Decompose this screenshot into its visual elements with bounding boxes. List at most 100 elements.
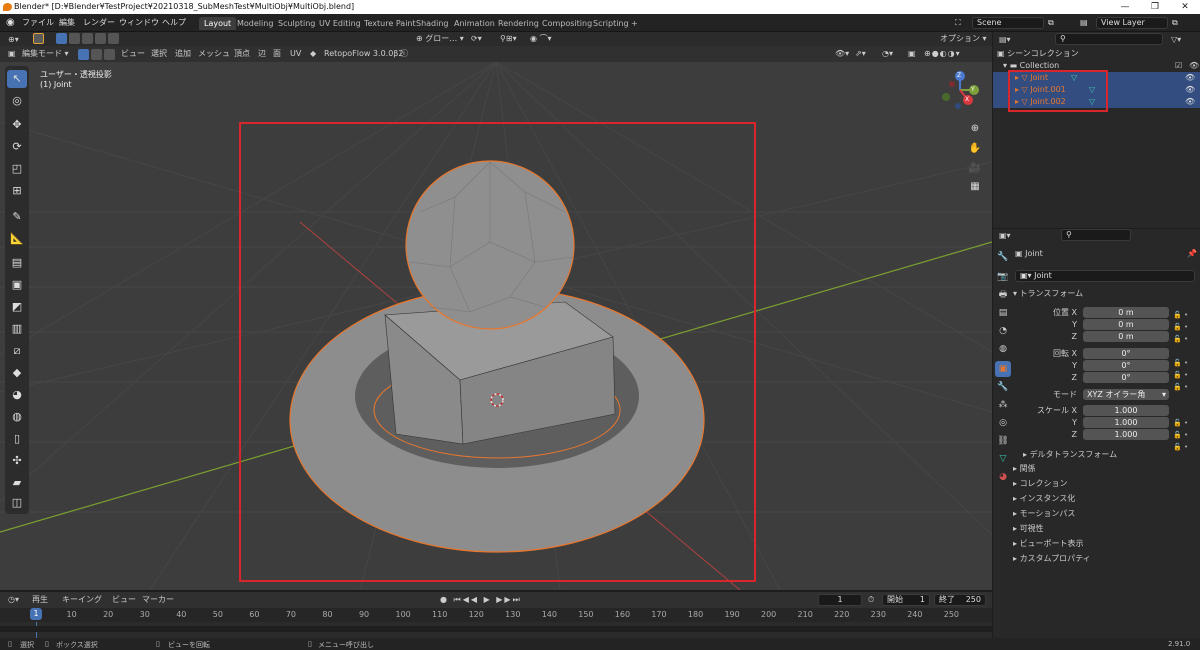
vertex-select-icon[interactable]	[78, 49, 89, 60]
rotation-z-field[interactable]: 0°	[1083, 372, 1169, 383]
new-view-layer-icon[interactable]: ⧉	[1172, 17, 1178, 29]
location-z-field[interactable]: 0 m	[1083, 331, 1169, 342]
minimize-icon[interactable]: —	[1110, 0, 1140, 14]
collection-visibility-icon[interactable]: 👁	[1189, 60, 1199, 72]
select-mode-subtract-icon[interactable]	[82, 33, 93, 44]
scale-x-field[interactable]: 1.000	[1083, 405, 1169, 416]
menu-timeline-view[interactable]: ビュー	[112, 594, 136, 606]
gizmo-toggle-icon[interactable]: ⇗▾	[855, 48, 866, 60]
shading-mode-icons[interactable]: ⊕●◐◑▾	[924, 48, 961, 60]
custom-properties-panel[interactable]: ▸ カスタムプロパティ	[1013, 552, 1195, 566]
extrude-tool-icon[interactable]: ▤	[7, 254, 27, 272]
visibility-icon[interactable]: 👁	[1185, 96, 1195, 108]
end-frame-field[interactable]: 終了 250	[934, 594, 986, 606]
shrink-fatten-tool-icon[interactable]: ✣	[7, 452, 27, 470]
measure-tool-icon[interactable]: 📐	[7, 230, 27, 248]
select-box-tool-icon[interactable]: ↖	[7, 70, 27, 88]
visibility-panel[interactable]: ▸ 可視性	[1013, 522, 1195, 536]
view-layer-field[interactable]: View Layer	[1096, 17, 1168, 29]
menu-marker[interactable]: マーカー	[142, 594, 174, 606]
data-tab-icon[interactable]: ▽	[995, 451, 1011, 467]
pin-icon[interactable]: 📌	[1187, 248, 1197, 260]
object-tab-icon[interactable]: ▣	[995, 361, 1011, 377]
retopoflow-menu[interactable]: RetopoFlow 3.0.0β2	[324, 48, 403, 60]
ortho-grid-icon[interactable]: ▦	[968, 180, 982, 194]
menu-edge[interactable]: 辺	[258, 48, 266, 60]
menu-select[interactable]: 選択	[151, 48, 167, 60]
proportional-editing-icon[interactable]: ◉ ⌒▾	[530, 33, 552, 45]
select-mode-new-icon[interactable]	[56, 33, 67, 44]
menu-render[interactable]: レンダー	[83, 17, 115, 29]
annotate-tool-icon[interactable]: ✎	[7, 208, 27, 226]
transform-panel-header[interactable]: ▾ トランスフォーム	[1013, 287, 1195, 301]
menu-view[interactable]: ビュー	[121, 48, 145, 60]
current-frame-field[interactable]: 1	[818, 594, 862, 606]
smooth-tool-icon[interactable]: ◍	[7, 408, 27, 426]
select-mode-extend-icon[interactable]	[69, 33, 80, 44]
menu-mesh[interactable]: メッシュ	[198, 48, 230, 60]
properties-search[interactable]: ⚲	[1061, 229, 1131, 241]
shear-tool-icon[interactable]: ▰	[7, 474, 27, 492]
scale-y-field[interactable]: 1.000	[1083, 417, 1169, 428]
relations-panel[interactable]: ▸ 関係	[1013, 462, 1195, 476]
outliner-search[interactable]: ⚲	[1055, 33, 1163, 45]
move-tool-icon[interactable]: ✥	[7, 116, 27, 134]
playhead[interactable]: 1	[30, 608, 42, 620]
properties-editor-icon[interactable]: ▣▾	[999, 230, 1011, 242]
scale-z-field[interactable]: 1.000	[1083, 429, 1169, 440]
playback-controls[interactable]: ● ⏮◀◀ ▶ ▶▶⏭	[440, 594, 522, 606]
modifier-tab-icon[interactable]: 🔧	[995, 379, 1011, 395]
poly-build-tool-icon[interactable]: ◆	[7, 364, 27, 382]
loop-cut-tool-icon[interactable]: ▥	[7, 320, 27, 338]
pan-hand-icon[interactable]: ✋	[968, 142, 982, 156]
help-icon[interactable]: ⓘ	[400, 48, 408, 60]
instancing-panel[interactable]: ▸ インスタンス化	[1013, 492, 1195, 506]
menu-file[interactable]: ファイル	[22, 17, 54, 29]
rotation-x-field[interactable]: 0°	[1083, 348, 1169, 359]
rotation-mode-dropdown[interactable]: XYZ オイラー角 ▾	[1083, 389, 1169, 400]
tab-layout[interactable]: Layout	[199, 17, 237, 30]
transform-tool-icon[interactable]: ⊞	[7, 182, 27, 200]
menu-add[interactable]: 追加	[175, 48, 191, 60]
blender-menu-icon[interactable]: ◉	[6, 17, 15, 29]
mode-dropdown[interactable]: 編集モード ▾	[22, 48, 69, 60]
zoom-icon[interactable]: ⊕	[968, 122, 982, 136]
menu-uv[interactable]: UV	[290, 48, 301, 60]
snap-icon[interactable]: ⚲⊞▾	[500, 33, 517, 45]
motion-paths-panel[interactable]: ▸ モーションパス	[1013, 507, 1195, 521]
lock-dot-icons[interactable]: 🔓 • 🔓 • 🔓 • 🔓 • 🔓 • 🔓 • 🔓 • 🔓 • 🔓 •	[1173, 309, 1188, 453]
material-tab-icon[interactable]: ◕	[995, 469, 1011, 485]
xray-toggle-icon[interactable]: ▣	[908, 48, 916, 60]
menu-window[interactable]: ウィンドウ	[119, 17, 159, 29]
object-name-field[interactable]: ▣▾ Joint	[1015, 270, 1195, 282]
select-tool-icon[interactable]	[33, 33, 44, 44]
timeline-scrollbar[interactable]	[0, 626, 992, 632]
menu-playback[interactable]: 再生	[32, 594, 48, 606]
menu-vertex[interactable]: 頂点	[234, 48, 250, 60]
tool-tab-icon[interactable]: 🔧	[995, 249, 1011, 265]
delta-transform-panel[interactable]: ▸ デルタトランスフォーム	[1023, 448, 1200, 462]
visibility-icon[interactable]: 👁	[1185, 72, 1195, 84]
timeline-ruler[interactable]: 1 10 20 30 40 50 60 70 80 90 100 110 120 130 140 150 16…	[0, 608, 992, 622]
new-scene-icon[interactable]: ⧉	[1048, 17, 1054, 29]
inset-tool-icon[interactable]: ▣	[7, 276, 27, 294]
select-mode-invert-icon[interactable]	[95, 33, 106, 44]
bevel-tool-icon[interactable]: ◩	[7, 298, 27, 316]
start-frame-field[interactable]: 開始 1	[882, 594, 930, 606]
collection-checkbox[interactable]: ☑	[1175, 60, 1182, 72]
filter-icon[interactable]: ▽▾	[1171, 34, 1181, 46]
viewport-3d[interactable]: ユーザー・透視投影 (1) Joint Z Y X ⊕ ✋ 🎥 ▦	[0, 62, 992, 590]
constraints-tab-icon[interactable]: ⛓	[995, 433, 1011, 449]
clock-icon[interactable]: ⏱	[868, 594, 874, 606]
face-select-icon[interactable]	[104, 49, 115, 60]
scale-tool-icon[interactable]: ◰	[7, 160, 27, 178]
knife-tool-icon[interactable]: ⧄	[7, 342, 27, 360]
render-tab-icon[interactable]: 📷	[995, 269, 1011, 285]
options-dropdown[interactable]: オプション ▾	[940, 33, 987, 45]
tab-modeling[interactable]: Modeling	[232, 17, 278, 30]
scene-collection-row[interactable]: ▣ シーンコレクション	[997, 48, 1194, 60]
world-tab-icon[interactable]: ◍	[995, 341, 1011, 357]
rip-tool-icon[interactable]: ◫	[7, 494, 27, 512]
visibility-icon[interactable]: 👁	[1185, 84, 1195, 96]
physics-tab-icon[interactable]: ◎	[995, 415, 1011, 431]
